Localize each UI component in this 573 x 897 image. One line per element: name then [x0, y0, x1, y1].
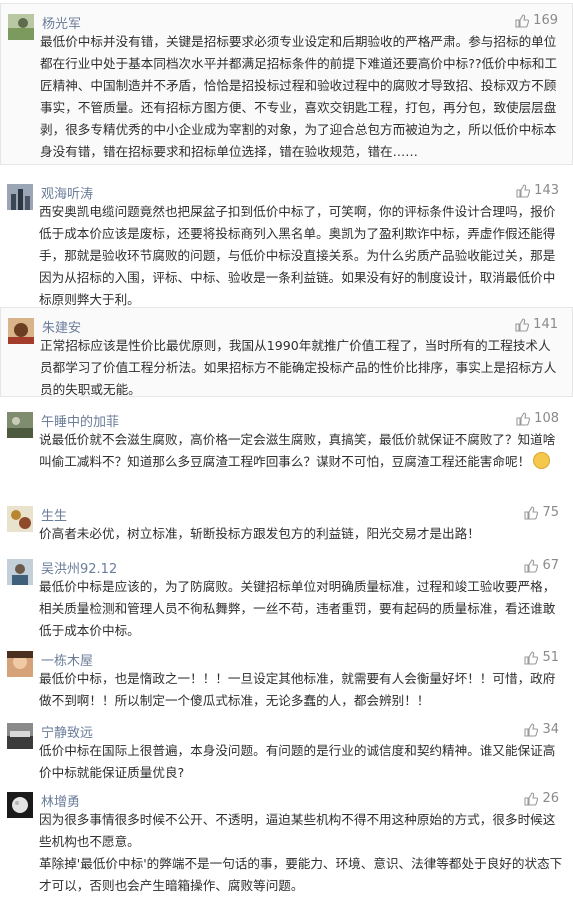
- like-count: 26: [542, 791, 559, 806]
- emoji-icon: [533, 452, 551, 469]
- commenter-name[interactable]: 午睡中的加菲: [41, 411, 119, 430]
- like-count: 75: [542, 505, 559, 520]
- comment-text: 最低价中标并没有错，关键是招标要求必须专业设定和后期验收的严格严肃。参与招标的单…: [40, 34, 558, 159]
- avatar[interactable]: [8, 14, 34, 40]
- thumbs-up-icon: [516, 411, 531, 426]
- commenter-name[interactable]: 林增勇: [41, 791, 80, 810]
- like-button[interactable]: 67: [524, 558, 559, 573]
- thumbs-up-icon: [524, 558, 539, 573]
- like-button[interactable]: 143: [516, 183, 559, 198]
- comment-item: 午睡中的加菲 108 说最低价就不会滋生腐败，高价格一定会滋生腐败，真搞笑，最低…: [0, 402, 573, 494]
- comment-text: 价高者未必优，树立标准，斩断投标方跟发包方的利益链，阳光交易才是出路！: [39, 526, 480, 541]
- comment-item: 杨光军 169 最低价中标并没有错，关键是招标要求必须专业设定和后期验收的严格严…: [0, 3, 573, 165]
- like-button[interactable]: 26: [524, 791, 559, 806]
- comment-list: 杨光军 169 最低价中标并没有错，关键是招标要求必须专业设定和后期验收的严格严…: [0, 0, 573, 893]
- comment-item: 朱建安 141 正常招标应该是性价比最优原则，我国从1990年就推广价值工程了，…: [0, 307, 573, 397]
- like-button[interactable]: 75: [524, 505, 559, 520]
- avatar[interactable]: [7, 723, 33, 749]
- like-button[interactable]: 169: [515, 13, 558, 28]
- commenter-name[interactable]: 一栋木屋: [41, 650, 93, 669]
- like-button[interactable]: 108: [516, 411, 559, 426]
- thumbs-up-icon: [524, 791, 539, 806]
- comment-item: 一栋木屋 51 最低价中标，也是惰政之一！！！一旦设定其他标准，就需要有人会衡量…: [0, 641, 573, 713]
- commenter-name[interactable]: 生生: [41, 505, 67, 524]
- like-count: 67: [542, 558, 559, 573]
- like-count: 34: [542, 722, 559, 737]
- like-button[interactable]: 34: [524, 722, 559, 737]
- commenter-name[interactable]: 杨光军: [42, 13, 81, 32]
- comment-item: 观海听涛 143 西安奥凯电缆问题竟然也把屎盆子扣到低价中标了，可笑啊，你的评标…: [0, 174, 573, 307]
- thumbs-up-icon: [524, 505, 539, 520]
- commenter-name[interactable]: 吴洪州92.12: [41, 558, 117, 577]
- like-count: 143: [534, 183, 559, 198]
- avatar[interactable]: [7, 651, 33, 677]
- thumbs-up-icon: [524, 650, 539, 665]
- avatar[interactable]: [7, 559, 33, 585]
- thumbs-up-icon: [515, 13, 530, 28]
- avatar[interactable]: [7, 412, 33, 438]
- avatar[interactable]: [7, 792, 33, 818]
- like-button[interactable]: 51: [524, 650, 559, 665]
- comment-text: 说最低价就不会滋生腐败，高价格一定会滋生腐败，真搞笑，最低价就保证不腐败了？知道…: [39, 432, 556, 469]
- comment-text: 低价中标在国际上很普遍，本身没问题。有问题的是行业的诚信度和契约精神。谁又能保证…: [39, 743, 556, 780]
- avatar[interactable]: [7, 184, 33, 210]
- comment-text: 最低价中标是应该的，为了防腐败。关键招标单位对明确质量标准，过程和竣工验收要严格…: [39, 579, 556, 638]
- like-count: 108: [534, 411, 559, 426]
- like-button[interactable]: 141: [515, 317, 558, 332]
- comment-text: 西安奥凯电缆问题竟然也把屎盆子扣到低价中标了，可笑啊，你的评标条件设计合理吗，报…: [39, 204, 556, 307]
- thumbs-up-icon: [515, 317, 530, 332]
- commenter-name[interactable]: 观海听涛: [41, 183, 93, 202]
- like-count: 51: [542, 650, 559, 665]
- commenter-name[interactable]: 朱建安: [42, 317, 81, 336]
- like-count: 141: [533, 317, 558, 332]
- like-count: 169: [533, 13, 558, 28]
- thumbs-up-icon: [524, 722, 539, 737]
- avatar[interactable]: [8, 318, 34, 344]
- comment-text: 因为很多事情很多时候不公开、不透明，逼迫某些机构不得不用这种原始的方式，很多时候…: [39, 812, 563, 893]
- comment-text: 最低价中标，也是惰政之一！！！一旦设定其他标准，就需要有人会衡量好坏！！可惜，政…: [39, 671, 556, 708]
- comment-item: 吴洪州92.12 67 最低价中标是应该的，为了防腐败。关键招标单位对明确质量标…: [0, 549, 573, 641]
- comment-item: 林增勇 26 因为很多事情很多时候不公开、不透明，逼迫某些机构不得不用这种原始的…: [0, 782, 573, 893]
- comment-text: 正常招标应该是性价比最优原则，我国从1990年就推广价值工程了，当时所有的工程技…: [40, 338, 557, 397]
- comment-item: 生生 75 价高者未必优，树立标准，斩断投标方跟发包方的利益链，阳光交易才是出路…: [0, 496, 573, 546]
- thumbs-up-icon: [516, 183, 531, 198]
- commenter-name[interactable]: 宁静致远: [41, 722, 93, 741]
- comment-item: 宁静致远 34 低价中标在国际上很普遍，本身没问题。有问题的是行业的诚信度和契约…: [0, 713, 573, 781]
- avatar[interactable]: [7, 506, 33, 532]
